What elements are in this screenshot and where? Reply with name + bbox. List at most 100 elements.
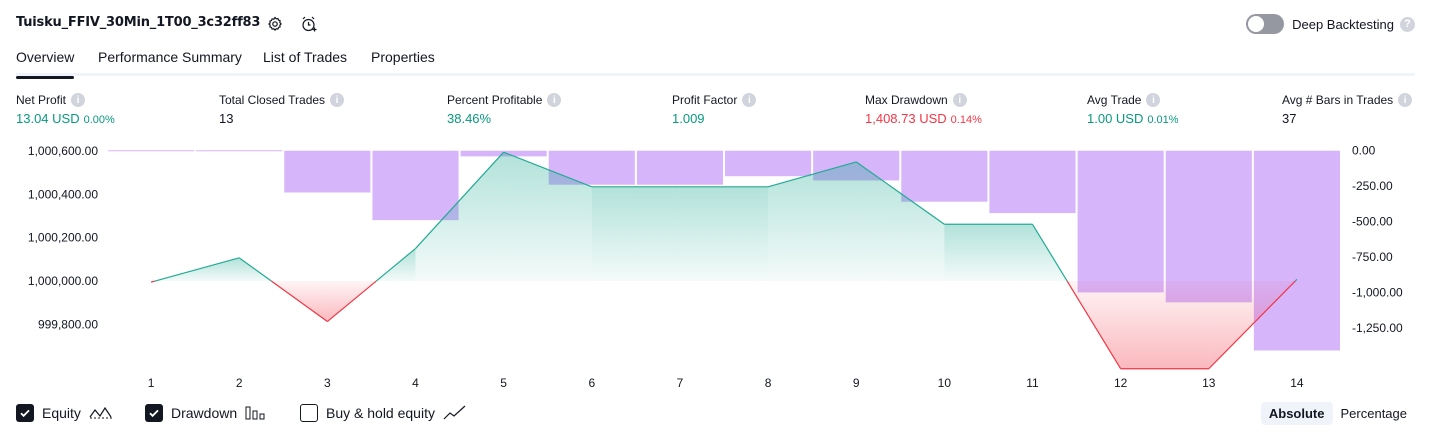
stat-value: 1.009 [672, 111, 705, 126]
legend-equity[interactable]: Equity [16, 404, 113, 422]
info-icon[interactable]: i [1146, 93, 1161, 107]
stat-max-drawdown: Max Drawdown i 1,408.73 USD 0.14% [865, 93, 982, 126]
stat-percent: 0.14% [950, 114, 982, 126]
stat-value-container: 1.009 [672, 111, 756, 126]
stat-percent-profitable: Percent Profitable i 38.46% [447, 93, 562, 126]
x-axis: 1 2 3 4 5 6 7 8 9 10 11 12 13 14 [148, 376, 1304, 390]
stat-value: 37 [1282, 111, 1297, 126]
equity-drawdown-chart[interactable]: 1,000,600.00 1,000,400.00 1,000,200.00 1,00… [0, 138, 1431, 396]
equity-area-segment [768, 161, 857, 282]
info-icon[interactable]: i [1398, 93, 1413, 107]
left-axis-tick-label: 1,000,200.00 [28, 231, 98, 245]
gear-icon[interactable] [264, 13, 286, 35]
stat-net-profit: Net Profit i 13.04 USD 0.00% [16, 93, 115, 126]
stat-label: Avg # Bars in Trades [1282, 93, 1394, 107]
stat-percent: 0.00% [83, 114, 115, 126]
toggle-knob [1248, 16, 1265, 32]
chart-legend: Equity Drawdown Buy & hold equity Absolu… [16, 402, 1415, 428]
strategy-title: Tuisku_FFIV_30Min_1T00_3c32ff83 [16, 15, 261, 30]
left-axis-tick-label: 1,000,400.00 [28, 187, 98, 201]
trend-line-icon [443, 405, 467, 421]
stat-avg-trade: Avg Trade i 1.00 USD 0.01% [1087, 93, 1179, 126]
stat-value-container: 13.04 USD 0.00% [16, 111, 115, 126]
drawdown-bar [1165, 150, 1252, 303]
x-axis-tick-label: 10 [938, 376, 952, 390]
info-icon[interactable]: i [330, 93, 345, 107]
right-axis: 0.00 -250.00 -500.00 -750.00 -1,000.00 -1,250… [1352, 144, 1403, 335]
tab-overview[interactable]: Overview [16, 49, 75, 79]
x-axis-tick-label: 1 [148, 376, 155, 390]
x-axis-tick-label: 11 [1026, 376, 1039, 390]
stat-label-container: Profit Factor i [672, 93, 757, 107]
stat-label-container: Avg # Bars in Trades i [1282, 93, 1413, 107]
right-axis-tick-label: 0.00 [1352, 144, 1376, 158]
stat-label-container: Total Closed Trades i [219, 93, 345, 107]
stat-value-container: 1,408.73 USD 0.14% [865, 111, 982, 126]
tab-properties[interactable]: Properties [371, 49, 435, 76]
stat-avg-bars-in-trades: Avg # Bars in Trades i 37 [1282, 93, 1413, 126]
absolute-button[interactable]: Absolute [1260, 402, 1333, 425]
bar-chart-icon [245, 405, 267, 421]
report-header: Tuisku_FFIV_30Min_1T00_3c32ff83 Deep Bac… [16, 12, 1415, 36]
equity-line-icon [89, 405, 113, 421]
stat-value-container: 38.46% [447, 111, 561, 126]
stat-profit-factor: Profit Factor i 1.009 [672, 93, 757, 126]
alarm-clock-plus-icon[interactable] [298, 13, 320, 35]
x-axis-tick-label: 14 [1290, 376, 1304, 390]
stat-label-container: Avg Trade i [1087, 93, 1179, 107]
drawdown-bar [284, 150, 371, 193]
drawdown-bar [636, 150, 723, 185]
right-axis-tick-label: -500.00 [1352, 215, 1393, 229]
info-icon[interactable]: i [742, 93, 757, 107]
stat-value-container: 37 [1282, 111, 1412, 126]
left-axis-tick-label: 1,000,000.00 [28, 274, 98, 288]
x-axis-tick-label: 7 [677, 376, 684, 390]
deep-backtesting-control: Deep Backtesting ? [1246, 12, 1415, 36]
stat-percent: 0.01% [1147, 114, 1179, 126]
x-axis-tick-label: 8 [765, 376, 772, 390]
stat-value: 38.46% [447, 111, 492, 126]
left-axis-tick-label: 999,800.00 [38, 317, 98, 331]
right-axis-tick-label: -1,000.00 [1352, 285, 1403, 299]
x-axis-tick-label: 3 [324, 376, 331, 390]
tab-list-of-trades[interactable]: List of Trades [263, 49, 347, 76]
stat-label: Avg Trade [1087, 93, 1142, 107]
equity-area-segment [591, 186, 680, 282]
legend-label: Buy & hold equity [326, 405, 435, 421]
drawdown-bar [725, 150, 812, 177]
drawdown-bar [1077, 150, 1164, 293]
checkbox-buy-hold[interactable] [300, 404, 318, 422]
right-axis-tick-label: -750.00 [1352, 250, 1393, 264]
x-axis-tick-label: 13 [1202, 376, 1216, 390]
x-axis-tick-label: 12 [1114, 376, 1128, 390]
stat-value-container: 13 [219, 111, 344, 126]
info-icon[interactable]: i [71, 93, 86, 107]
x-axis-tick-label: 5 [500, 376, 507, 390]
stat-label: Net Profit [16, 93, 67, 107]
legend-label: Drawdown [171, 405, 238, 421]
tab-performance-summary[interactable]: Performance Summary [98, 49, 242, 76]
help-icon[interactable]: ? [1400, 16, 1415, 32]
right-axis-tick-label: -1,250.00 [1352, 321, 1403, 335]
equity-area-segment [1120, 281, 1209, 369]
x-axis-tick-label: 2 [236, 376, 243, 390]
legend-drawdown[interactable]: Drawdown [145, 404, 267, 422]
info-icon[interactable]: i [952, 93, 967, 107]
stat-value: 13 [219, 111, 234, 126]
deep-backtesting-label: Deep Backtesting [1292, 16, 1394, 32]
info-icon[interactable]: i [547, 93, 562, 107]
legend-buy-hold-equity[interactable]: Buy & hold equity [300, 404, 467, 422]
equity-area-segment [679, 186, 769, 282]
stat-total-closed-trades: Total Closed Trades i 13 [219, 93, 345, 126]
checkbox-drawdown[interactable] [145, 404, 163, 422]
stat-label: Total Closed Trades [219, 93, 326, 107]
checkbox-equity[interactable] [16, 404, 34, 422]
percentage-button[interactable]: Percentage [1333, 402, 1416, 425]
left-axis-tick-label: 1,000,600.00 [28, 144, 98, 158]
legend-label: Equity [42, 405, 81, 421]
stat-value-container: 1.00 USD 0.01% [1087, 111, 1179, 126]
stat-label: Percent Profitable [447, 93, 543, 107]
stat-label-container: Net Profit i [16, 93, 115, 107]
report-tabs: Overview Performance Summary List of Tra… [16, 46, 1415, 79]
deep-backtesting-toggle[interactable] [1246, 14, 1285, 34]
